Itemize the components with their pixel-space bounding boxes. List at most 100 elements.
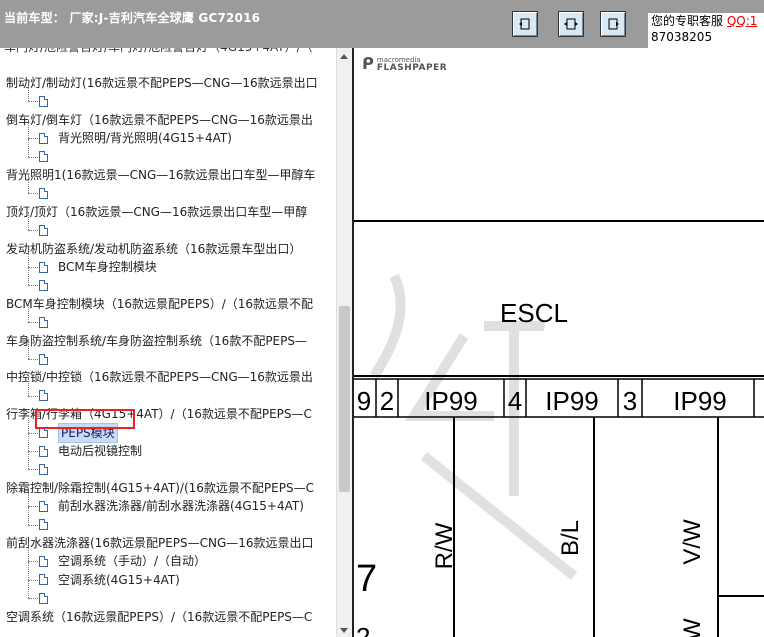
connector-pin: 3 (623, 386, 637, 416)
tree-item[interactable]: 倒车灯/倒车灯（16款远景不配PEPS—CNG—16款远景出 (6, 111, 313, 129)
selection-highlight-box (35, 409, 135, 429)
wire-label: B/L (557, 520, 584, 556)
tree-item[interactable]: 车身防盗控制系统/车身防盗控制系统（16款不配PEPS— (6, 332, 307, 350)
tree-leaf[interactable] (39, 350, 58, 368)
tree-item[interactable]: BCM车身控制模块（16款远景配PEPS）/（16款远景不配 (6, 295, 313, 313)
document-icon (39, 132, 48, 144)
tree-connector (28, 451, 29, 470)
tree-connector (28, 322, 38, 324)
document-viewer: ᑭ macromedia FLASHPAPER ESCL 9 2 IP99 4 … (352, 48, 764, 637)
document-icon (39, 574, 48, 586)
tree-connector (28, 451, 38, 452)
tree-connector (28, 285, 38, 287)
support-qq-link[interactable]: QQ:1 (727, 14, 758, 28)
tree-scrollbar[interactable] (336, 48, 352, 637)
prev-page-button[interactable] (512, 11, 538, 37)
logo-line2: FLASHPAPER (376, 62, 448, 73)
tree-leaf-label[interactable]: BCM车身控制模块 (58, 258, 157, 276)
wiring-diagram-svg: ESCL 9 2 IP99 4 IP99 3 IP99 R/W B/L V/W … (354, 220, 764, 637)
tree-leaf[interactable]: BCM车身控制模块 (39, 258, 157, 276)
tree-connector (28, 156, 38, 158)
tree-connector (28, 267, 29, 286)
wire-label: R/W (431, 522, 458, 569)
tree-connector (28, 212, 29, 231)
tree-connector (28, 561, 29, 580)
tree-connector (28, 101, 38, 103)
next-page-button[interactable] (600, 11, 626, 37)
tree-connector (28, 138, 29, 157)
tree-connector (28, 561, 38, 563)
document-icon (39, 353, 48, 365)
tree-item[interactable]: 背光照明1(16款远景—CNG—16款远景出口车型—甲醇车 (6, 166, 316, 184)
tree-leaf[interactable] (39, 589, 58, 607)
tree-connector (28, 506, 38, 508)
top-bar: 当前车型： 厂家:J-吉利汽车全球鹰 GC72016 您的专职客服 QQ:1 8… (0, 0, 764, 48)
document-icon (39, 224, 48, 236)
document-icon (39, 390, 48, 402)
tree-connector (28, 579, 38, 581)
tree-connector (28, 175, 29, 194)
fit-page-button[interactable] (558, 11, 584, 37)
document-icon (39, 592, 48, 604)
tree-connector (28, 249, 29, 267)
tree-leaf[interactable]: 空调系统(4G15+4AT) (39, 571, 180, 589)
tree-leaf-label[interactable]: 前刮水器洗涤器/前刮水器洗涤器(4G15+4AT) (58, 497, 304, 515)
connector-name: IP99 (424, 386, 478, 416)
support-number: 87038205 (651, 30, 713, 44)
tree-leaf[interactable] (39, 313, 58, 331)
tree-leaf[interactable] (39, 148, 58, 166)
tree-item[interactable]: 中控锁/中控锁（16款远景不配PEPS—CNG—16款远景出 (6, 368, 313, 386)
tree-leaf-label[interactable]: 空调系统(4G15+4AT) (58, 571, 180, 589)
tree-leaf[interactable] (39, 92, 58, 110)
tree-leaf-label[interactable]: 空调系统（手动）/（自动） (58, 552, 206, 570)
tree-item[interactable]: 空调系统（16款远景配PEPS）/（16款远景不配PEPS—C (6, 608, 312, 626)
current-vehicle-title: 当前车型： 厂家:J-吉利汽车全球鹰 GC72016 (4, 11, 261, 25)
tree-item[interactable]: 制动灯/制动灯(16款远景不配PEPS—CNG—16款远景出口 (6, 74, 318, 92)
tree-leaf[interactable] (39, 221, 58, 239)
tree-leaf[interactable]: 空调系统（手动）/（自动） (39, 552, 206, 570)
document-icon (39, 187, 48, 199)
connector-pin-left: 9 (357, 386, 371, 416)
scroll-up-icon[interactable] (340, 54, 348, 59)
viewer-header: ᑭ macromedia FLASHPAPER (354, 48, 764, 76)
tree-item[interactable]: 发动机防盗系统/发动机防盗系统（16款远景车型出口） (6, 240, 301, 258)
tree-leaf[interactable] (39, 387, 58, 405)
flashpaper-logo: ᑭ macromedia FLASHPAPER (362, 54, 447, 73)
tree-connector (28, 543, 29, 562)
tree-connector (28, 488, 29, 507)
tree-item[interactable]: 顶灯/顶灯（16款远景—CNG—16款远景出口车型—甲醇 (6, 203, 307, 221)
tree-leaf[interactable]: 电动后视镜控制 (39, 442, 142, 460)
module-label: ESCL (500, 298, 568, 328)
tree-leaf-label[interactable]: 电动后视镜控制 (58, 442, 142, 460)
tree-connector (28, 193, 38, 195)
tree-connector (28, 580, 29, 599)
document-icon (39, 261, 48, 273)
tree-leaf[interactable] (39, 460, 58, 478)
fit-page-icon (564, 18, 578, 30)
tree-leaf[interactable]: 前刮水器洗涤器/前刮水器洗涤器(4G15+4AT) (39, 497, 304, 515)
tree-connector (28, 432, 38, 434)
support-text: 您的专职客服 (651, 14, 724, 28)
document-icon (39, 95, 48, 107)
wiring-diagram[interactable]: ESCL 9 2 IP99 4 IP99 3 IP99 R/W B/L V/W … (354, 76, 764, 637)
tree-connector (28, 524, 38, 526)
next-page-icon (608, 18, 619, 30)
tree-item[interactable]: 前刮水器洗涤器(16款远景配PEPS—CNG—16款远景出口 (6, 534, 314, 552)
document-icon (39, 279, 48, 291)
flashpaper-mark-icon: ᑭ (362, 54, 374, 73)
tree-item[interactable]: 除霜控制/除霜控制(4G15+4AT)/(16款远景不配PEPS—C (6, 479, 314, 497)
tree-item-partial[interactable]: 车门灯/危险警告灯/车门灯/危险警告灯（4G15+4AT）/（ (4, 48, 313, 56)
tree-leaf[interactable]: 背光照明/背光照明(4G15+4AT) (39, 129, 232, 147)
partial-label: W (679, 618, 706, 637)
tree-leaf[interactable] (39, 276, 58, 294)
scroll-down-icon[interactable] (340, 628, 348, 633)
document-icon (39, 445, 48, 457)
tree-leaf[interactable] (39, 516, 58, 534)
scroll-thumb[interactable] (339, 306, 350, 492)
tree-connector (28, 304, 29, 323)
tree-leaf[interactable] (39, 184, 58, 202)
connector-name: IP99 (545, 386, 599, 416)
wire-label: V/W (679, 519, 706, 565)
tree-leaf-label[interactable]: 背光照明/背光照明(4G15+4AT) (58, 129, 232, 147)
tree-connector (28, 506, 29, 525)
